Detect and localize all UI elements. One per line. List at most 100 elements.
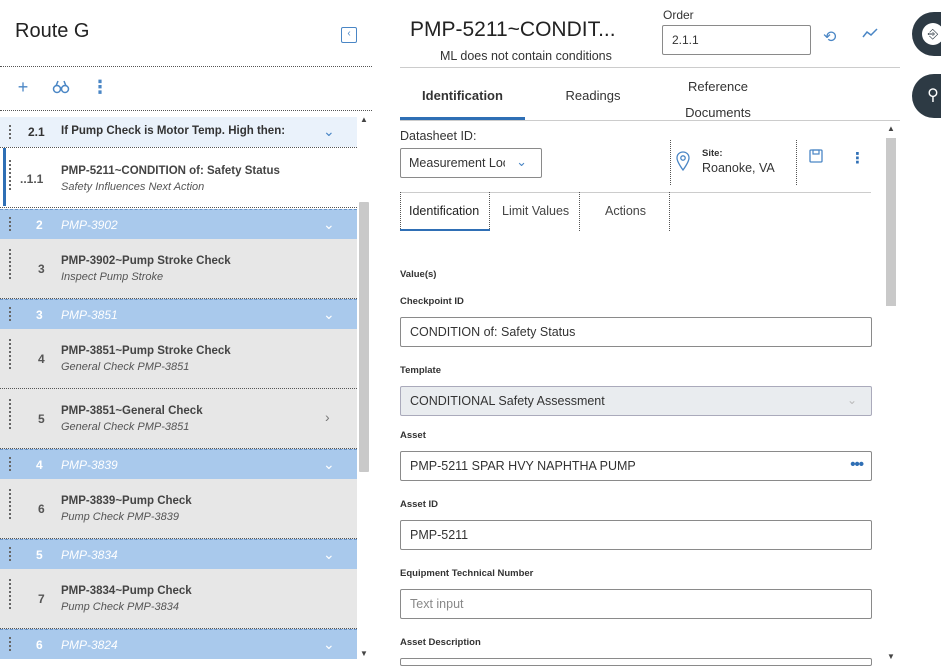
chevron-down-icon[interactable]: ⌄ bbox=[323, 636, 335, 653]
drag-handle-icon[interactable] bbox=[9, 637, 17, 653]
record-scrollbar[interactable]: ▲ ▼ bbox=[884, 122, 899, 665]
more-horizontal-icon[interactable]: ••• bbox=[850, 456, 864, 473]
scroll-up-icon[interactable]: ▲ bbox=[360, 115, 368, 124]
more-vertical-icon[interactable]: ⋮ bbox=[850, 149, 865, 167]
template-value: CONDITIONAL Safety Assessment bbox=[410, 394, 605, 408]
row-subtitle: Inspect Pump Stroke bbox=[61, 271, 164, 283]
row-title: PMP-3851~General Check bbox=[61, 405, 203, 417]
collapse-panel-icon[interactable]: ‹ bbox=[341, 27, 357, 43]
asset-value: PMP-5211 SPAR HVY NAPHTHA PUMP bbox=[410, 459, 636, 473]
group-header[interactable]: 5 PMP-3834 ⌄ bbox=[0, 539, 357, 569]
subtab-limit-values[interactable]: Limit Values bbox=[502, 204, 569, 218]
group-label: PMP-3839 bbox=[61, 458, 118, 472]
divider bbox=[400, 120, 900, 121]
selection-indicator bbox=[3, 148, 6, 206]
datasheet-label: Datasheet ID: bbox=[400, 129, 477, 143]
scroll-down-icon[interactable]: ▼ bbox=[360, 649, 368, 658]
asset-description-label: Asset Description bbox=[400, 637, 481, 648]
row-label: If Pump Check is Motor Temp. High then: bbox=[61, 125, 286, 137]
group-header[interactable]: 2 PMP-3902 ⌄ bbox=[0, 209, 357, 239]
more-vertical-icon[interactable]: ⋮ bbox=[91, 78, 109, 96]
drag-handle-icon[interactable] bbox=[9, 307, 17, 323]
chevron-down-icon[interactable]: ⌄ bbox=[323, 306, 335, 323]
scrollbar-thumb[interactable] bbox=[359, 202, 369, 472]
group-number: 3 bbox=[36, 308, 43, 322]
list-item[interactable]: ..1.1 PMP-5211~CONDITION of: Safety Stat… bbox=[0, 147, 357, 208]
drag-handle-icon[interactable] bbox=[9, 457, 17, 473]
drag-handle-icon[interactable] bbox=[9, 125, 17, 141]
drag-handle-icon[interactable] bbox=[9, 249, 17, 281]
section-label: Value(s) bbox=[400, 269, 437, 280]
scroll-up-icon[interactable]: ▲ bbox=[887, 124, 895, 133]
sync-icon[interactable]: ⟲ bbox=[823, 27, 836, 47]
group-label: PMP-3824 bbox=[61, 638, 118, 652]
group-header[interactable]: 3 PMP-3851 ⌄ bbox=[0, 299, 357, 329]
drag-handle-icon[interactable] bbox=[9, 579, 17, 611]
checkpoint-id-field[interactable]: CONDITION of: Safety Status bbox=[400, 317, 872, 347]
tab-readings[interactable]: Readings bbox=[550, 88, 636, 103]
exit-button[interactable]: ⎆ bbox=[912, 12, 941, 56]
add-icon[interactable]: + bbox=[14, 78, 32, 96]
drag-handle-icon[interactable] bbox=[9, 399, 17, 431]
datasheet-select[interactable]: Measurement Location ⌄ bbox=[400, 148, 542, 178]
group-number: 5 bbox=[36, 548, 43, 562]
drag-handle-icon[interactable] bbox=[9, 160, 17, 192]
route-panel: Route G ‹ + ⋮ 2.1 If Pump Check is Motor… bbox=[0, 0, 372, 665]
row-number: 3 bbox=[38, 262, 45, 276]
list-item[interactable]: 3 PMP-3902~Pump Stroke Check Inspect Pum… bbox=[0, 239, 357, 299]
order-input[interactable] bbox=[662, 25, 811, 55]
binoculars-icon[interactable] bbox=[52, 78, 70, 96]
list-item[interactable]: 6 PMP-3839~Pump Check Pump Check PMP-383… bbox=[0, 479, 357, 539]
row-title: PMP-3902~Pump Stroke Check bbox=[61, 255, 231, 267]
subtab-identification[interactable]: Identification bbox=[409, 204, 479, 218]
chevron-down-icon[interactable]: ⌄ bbox=[323, 216, 335, 233]
site-label: Site: bbox=[702, 148, 723, 159]
tab-identification[interactable]: Identification bbox=[400, 88, 525, 103]
list-scrollbar[interactable]: ▲ ▼ bbox=[357, 115, 372, 662]
list-item[interactable]: 7 PMP-3834~Pump Check Pump Check PMP-383… bbox=[0, 569, 357, 629]
tab-reference-documents[interactable]: Reference Documents bbox=[670, 74, 766, 126]
scroll-down-icon[interactable]: ▼ bbox=[887, 652, 895, 661]
drag-handle-icon[interactable] bbox=[9, 547, 17, 563]
row-number: 2.1 bbox=[28, 125, 45, 139]
row-number: 4 bbox=[38, 352, 45, 366]
divider bbox=[0, 66, 372, 67]
asset-id-field[interactable]: PMP-5211 bbox=[400, 520, 872, 550]
location-pin-icon bbox=[676, 151, 690, 172]
equipment-technical-number-field[interactable]: Text input bbox=[400, 589, 872, 619]
list-item[interactable]: 4 PMP-3851~Pump Stroke Check General Che… bbox=[0, 329, 357, 389]
scrollbar-thumb[interactable] bbox=[886, 138, 896, 306]
checkpoint-id-label: Checkpoint ID bbox=[400, 296, 464, 307]
drag-handle-icon[interactable] bbox=[9, 339, 17, 371]
group-header[interactable]: 6 PMP-3824 ⌄ bbox=[0, 629, 357, 659]
row-number: 6 bbox=[38, 502, 45, 516]
group-header[interactable]: 4 PMP-3839 ⌄ bbox=[0, 449, 357, 479]
group-label: PMP-3902 bbox=[61, 218, 118, 232]
list-item[interactable]: 2.1 If Pump Check is Motor Temp. High th… bbox=[0, 117, 357, 147]
active-subtab-indicator bbox=[400, 229, 490, 231]
chevron-down-icon[interactable]: ⌄ bbox=[323, 123, 335, 140]
route-title: Route G bbox=[15, 20, 90, 42]
chevron-down-icon[interactable]: ⌄ bbox=[323, 456, 335, 473]
asset-field[interactable]: PMP-5211 SPAR HVY NAPHTHA PUMP ••• bbox=[400, 451, 872, 481]
subtab-actions[interactable]: Actions bbox=[605, 204, 646, 218]
divider bbox=[579, 192, 580, 231]
row-title: PMP-3839~Pump Check bbox=[61, 495, 192, 507]
group-number: 4 bbox=[36, 458, 43, 472]
list-item[interactable]: 5 PMP-3851~General Check General Check P… bbox=[0, 389, 357, 449]
datasheet-value: Measurement Location bbox=[409, 156, 505, 170]
template-label: Template bbox=[400, 365, 442, 376]
chevron-right-icon[interactable]: › bbox=[325, 409, 330, 425]
row-title: PMP-3834~Pump Check bbox=[61, 585, 192, 597]
datasheet-tabs: Identification Limit Values Actions bbox=[400, 192, 700, 232]
pin-button[interactable]: ⚲ bbox=[912, 74, 941, 118]
chevron-down-icon[interactable]: ⌄ bbox=[323, 546, 335, 563]
trend-icon[interactable] bbox=[862, 26, 878, 43]
order-label: Order bbox=[663, 8, 694, 22]
equipment-technical-number-label: Equipment Technical Number bbox=[400, 568, 534, 579]
row-title: PMP-5211~CONDITION of: Safety Status bbox=[61, 165, 280, 177]
save-icon[interactable] bbox=[809, 149, 823, 166]
group-number: 6 bbox=[36, 638, 43, 652]
drag-handle-icon[interactable] bbox=[9, 217, 17, 233]
drag-handle-icon[interactable] bbox=[9, 489, 17, 521]
